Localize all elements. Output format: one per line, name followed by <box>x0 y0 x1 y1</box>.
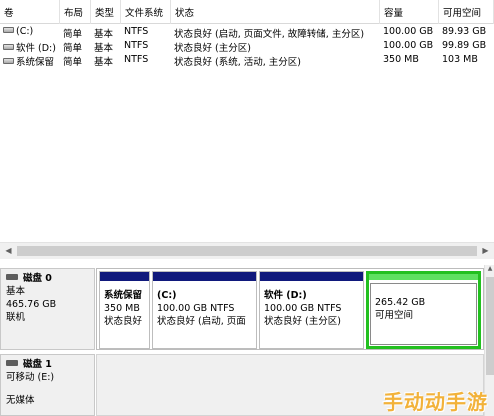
partition-status: 状态良好 (主分区) <box>264 316 341 327</box>
partition-unallocated-selected[interactable]: 265.42 GB 可用空间 <box>366 271 481 349</box>
volume-type: 基本 <box>94 57 114 68</box>
drive-icon <box>3 27 14 33</box>
partition-size: 350 MB <box>104 303 140 314</box>
partition-system-reserved[interactable]: 系统保留 350 MB 状态良好 <box>99 271 150 349</box>
volume-free-space: 103 MB <box>442 54 478 65</box>
disk-name: 磁盘 1 <box>23 359 52 370</box>
drive-icon <box>3 58 14 64</box>
volume-layout: 简单 <box>63 57 83 68</box>
volume-name: 系统保留 <box>16 57 55 68</box>
volume-type: 基本 <box>94 29 114 40</box>
volume-capacity: 100.00 GB <box>383 40 434 51</box>
volume-free-space: 89.93 GB <box>442 26 487 37</box>
column-header-free-space[interactable]: 可用空间 <box>439 0 494 24</box>
disk-icon <box>6 274 18 280</box>
table-row[interactable]: (C:) 简单 基本 NTFS 状态良好 (启动, 页面文件, 故障转储, 主分… <box>0 25 494 40</box>
scroll-up-icon[interactable]: ▲ <box>485 265 494 275</box>
volume-type: 基本 <box>94 43 114 54</box>
volume-free-space: 99.89 GB <box>442 40 487 51</box>
disk-size: 465.76 GB <box>6 299 57 310</box>
volume-capacity: 100.00 GB <box>383 26 434 37</box>
volume-layout: 简单 <box>63 43 83 54</box>
disk-icon <box>6 360 18 366</box>
disk-1-label[interactable]: 磁盘 1 可移动 (E:) 无媒体 <box>0 354 95 416</box>
partition-c[interactable]: (C:) 100.00 GB NTFS 状态良好 (启动, 页面 <box>152 271 257 349</box>
volume-capacity: 350 MB <box>383 54 419 65</box>
disk-type: 基本 <box>6 286 26 297</box>
partition-status: 状态良好 <box>104 316 143 327</box>
partition-size: 100.00 GB NTFS <box>264 303 342 314</box>
horizontal-scrollbar[interactable]: ◀ ▶ <box>0 242 494 259</box>
volume-filesystem: NTFS <box>124 40 149 51</box>
scroll-left-icon[interactable]: ◀ <box>0 243 17 259</box>
table-row[interactable]: 系统保留 简单 基本 NTFS 状态良好 (系统, 活动, 主分区) 350 M… <box>0 53 494 68</box>
volume-status: 状态良好 (系统, 活动, 主分区) <box>174 57 302 68</box>
partition-title: 软件 (D:) <box>264 290 307 301</box>
volume-layout: 简单 <box>63 29 83 40</box>
partition-size: 265.42 GB <box>375 297 426 308</box>
table-row[interactable]: 软件 (D:) 简单 基本 NTFS 状态良好 (主分区) 100.00 GB … <box>0 39 494 54</box>
disk-state: 联机 <box>6 312 26 323</box>
drive-icon <box>3 44 14 50</box>
column-header-volume[interactable]: 卷 <box>0 0 60 24</box>
disk-0-label[interactable]: 磁盘 0 基本 465.76 GB 联机 <box>0 268 95 350</box>
partition-size: 100.00 GB NTFS <box>157 303 235 314</box>
volume-name: (C:) <box>16 26 34 37</box>
scrollbar-thumb[interactable] <box>17 246 477 256</box>
disk-state: 无媒体 <box>6 395 35 406</box>
volume-status: 状态良好 (启动, 页面文件, 故障转储, 主分区) <box>174 29 365 40</box>
column-header-capacity[interactable]: 容量 <box>380 0 439 24</box>
volume-filesystem: NTFS <box>124 54 149 65</box>
column-header-type[interactable]: 类型 <box>91 0 121 24</box>
scroll-right-icon[interactable]: ▶ <box>477 243 494 259</box>
partition-status: 可用空间 <box>375 310 414 321</box>
scrollbar-thumb[interactable] <box>486 277 494 375</box>
disk-name: 磁盘 0 <box>23 273 52 284</box>
partition-title: (C:) <box>157 290 177 301</box>
partition-d[interactable]: 软件 (D:) 100.00 GB NTFS 状态良好 (主分区) <box>259 271 364 349</box>
partition-title: 系统保留 <box>104 290 143 301</box>
column-header-filesystem[interactable]: 文件系统 <box>121 0 171 24</box>
column-header-status[interactable]: 状态 <box>171 0 380 24</box>
watermark-logo: 手动动手游 <box>383 390 488 414</box>
volume-filesystem: NTFS <box>124 26 149 37</box>
volume-list-header: 卷 布局 类型 文件系统 状态 容量 可用空间 <box>0 0 494 24</box>
volume-status: 状态良好 (主分区) <box>174 43 251 54</box>
column-header-layout[interactable]: 布局 <box>60 0 91 24</box>
partition-status: 状态良好 (启动, 页面 <box>157 316 246 327</box>
disk-0-partitions: 系统保留 350 MB 状态良好 (C:) 100.00 GB NTFS 状态良… <box>96 268 484 350</box>
disk-type: 可移动 (E:) <box>6 372 55 383</box>
